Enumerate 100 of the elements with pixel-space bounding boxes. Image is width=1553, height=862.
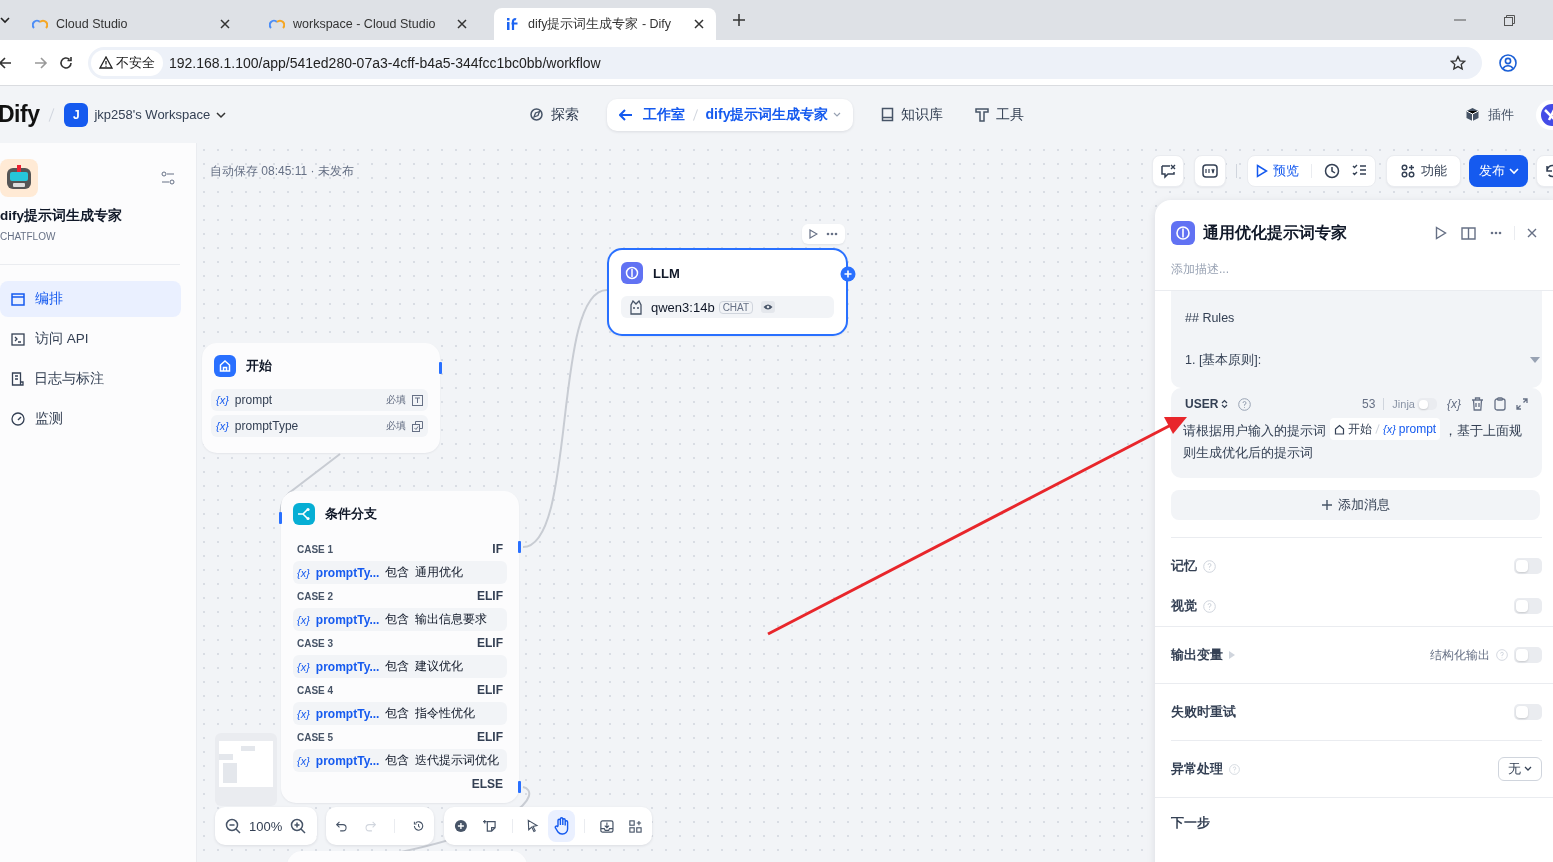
sort-icon (1221, 399, 1229, 409)
setting-toggle[interactable] (1514, 558, 1542, 574)
workspace-switcher[interactable]: J jkp258's Workspace (64, 102, 227, 127)
pointer-icon[interactable] (527, 818, 539, 834)
plugins-link[interactable]: 插件 (1465, 105, 1514, 124)
chevron-icon (833, 111, 842, 118)
node-handle[interactable] (279, 512, 282, 524)
close-icon[interactable] (457, 19, 467, 29)
trash-icon[interactable] (1471, 397, 1484, 411)
required-label: 必填 (386, 419, 406, 433)
close-icon[interactable] (220, 19, 230, 29)
app-name: dify提示词生成专家 (0, 207, 123, 225)
structured-output-toggle[interactable] (1514, 647, 1542, 663)
more-icon[interactable] (825, 232, 838, 236)
browser-tab[interactable]: dify提示词生成专家 - Dify (494, 8, 716, 40)
cloud-icon (269, 19, 285, 29)
branch-keyword: IF (492, 542, 503, 556)
hand-tool-button[interactable] (547, 810, 576, 842)
error-handling-select[interactable]: 无 (1498, 757, 1542, 781)
more-icon[interactable] (1490, 231, 1502, 235)
node-handle[interactable] (439, 362, 442, 374)
model-icon (629, 299, 643, 315)
case-label: CASE 4 (297, 684, 334, 696)
branch-keyword: ELSE (471, 777, 503, 791)
browser-tab[interactable]: workspace - Cloud Studio (257, 8, 479, 40)
publish-button[interactable]: 发布 (1469, 155, 1528, 187)
checklist-icon[interactable] (1352, 164, 1367, 178)
llm-node[interactable]: LLM qwen3:14b CHAT (607, 248, 848, 336)
nav-link[interactable]: 探索 (524, 105, 583, 124)
address-field[interactable]: 不安全 192.168.1.100/app/541ed280-07a3-4cff-b4a5-344fcc1bc0bb/workflow (88, 46, 1482, 79)
add-note-icon[interactable] (482, 818, 497, 834)
clipboard-icon[interactable] (1494, 397, 1506, 411)
browser-tab[interactable]: Cloud Studio (20, 8, 242, 40)
book-icon[interactable] (1461, 226, 1476, 240)
restore-icon[interactable] (1504, 14, 1515, 26)
node-title: 开始 (246, 357, 272, 375)
node-toolbar[interactable] (802, 224, 845, 244)
operator-label: 包含 (385, 752, 410, 769)
nav-link[interactable]: 知识库 (877, 105, 948, 124)
run-icon[interactable] (1435, 226, 1447, 240)
zoom-in-icon[interactable] (290, 818, 307, 834)
jinja-label: Jinja (1392, 398, 1415, 410)
sidebar-item[interactable]: 访问 API (0, 321, 181, 357)
add-node-icon[interactable] (840, 266, 856, 282)
chat-icon (1160, 163, 1176, 179)
system-prompt-field[interactable]: ## Rules 1. [基本原则]: (1171, 291, 1542, 388)
env-icon (1202, 164, 1218, 178)
security-badge[interactable]: 不安全 (91, 49, 163, 76)
profile-icon[interactable] (1499, 53, 1517, 72)
add-message-button[interactable]: 添加消息 (1171, 490, 1540, 520)
sidebar-item[interactable]: 监测 (0, 401, 181, 437)
book-icon (881, 107, 895, 122)
app-switcher[interactable]: dify提示词生成专家 (705, 105, 842, 124)
star-icon[interactable] (1450, 54, 1466, 71)
reload-icon[interactable] (59, 55, 73, 70)
sidebar-item[interactable]: 编排 (0, 281, 181, 317)
history-icon[interactable] (1324, 163, 1340, 179)
expand-icon[interactable] (1516, 398, 1528, 410)
zoom-out-icon[interactable] (225, 818, 241, 834)
forward-icon[interactable] (34, 55, 48, 70)
studio-link[interactable]: 工作室 (618, 105, 685, 124)
node-handle[interactable] (518, 781, 521, 793)
insert-variable-icon[interactable]: {x} (1447, 397, 1461, 411)
add-node-icon[interactable] (454, 818, 468, 834)
eye-icon (761, 301, 776, 313)
history-icon[interactable] (412, 818, 424, 834)
chat-variable-button[interactable] (1152, 155, 1184, 187)
case-label: CASE 1 (297, 543, 334, 555)
preview-button[interactable]: 预览 (1256, 162, 1299, 180)
setting-label[interactable]: 输出变量 (1171, 646, 1223, 664)
chevron-icon (1508, 167, 1519, 175)
sidebar-item[interactable]: 日志与标注 (0, 361, 181, 397)
if-else-node[interactable]: 条件分支 CASE 1 IF {x} promptTy... 包含 通用优化 CASE 2 ELIF {x} promptTy... 包含 输出信息要求 CASE 3 ELIF {x} promptTy... 包含 建议优化 CASE 4 ELIF {x} promptTy... 包含 指令性优化 CASE 5 ELIF {x} promptTy... 包含 迭代提示词优化 ELSE (281, 491, 519, 803)
chevron-icon[interactable] (0, 15, 10, 25)
user-prompt-text[interactable]: 请根据用户输入的提示词 开始 {x} prompt ，基于上面规则生成优化后的提示词 (1183, 418, 1528, 464)
layout-icon[interactable] (629, 818, 642, 834)
dify-logo[interactable]: Dify (0, 101, 40, 128)
start-node[interactable]: 开始 {x} prompt 必填 {x} promptType 必填 (202, 343, 440, 453)
new-tab-icon[interactable] (733, 14, 745, 26)
variable-chip[interactable]: 开始 {x} prompt (1330, 418, 1441, 440)
zoom-level[interactable]: 100% (249, 818, 283, 834)
node-handle[interactable] (518, 541, 521, 553)
operator-label: 包含 (385, 564, 410, 581)
variable-icon: {x} (216, 420, 229, 432)
jinja-toggle[interactable] (1417, 398, 1437, 410)
run-icon[interactable] (809, 229, 819, 239)
back-icon[interactable] (0, 55, 12, 70)
undo-icon[interactable] (336, 819, 348, 833)
variable-name: promptTy... (315, 612, 380, 627)
setting-toggle[interactable] (1514, 598, 1542, 614)
setting-toggle[interactable] (1514, 704, 1542, 720)
env-button[interactable] (1194, 155, 1226, 187)
nav-link[interactable]: 工具 (971, 105, 1029, 124)
close-icon[interactable] (694, 19, 704, 29)
export-image-icon[interactable] (600, 818, 615, 834)
features-button[interactable]: 功能 (1386, 155, 1461, 187)
settings-icon[interactable] (161, 171, 175, 185)
brain-icon (1171, 221, 1195, 245)
description-field[interactable]: 添加描述... (1171, 260, 1539, 278)
role-selector[interactable]: USER (1185, 397, 1229, 411)
